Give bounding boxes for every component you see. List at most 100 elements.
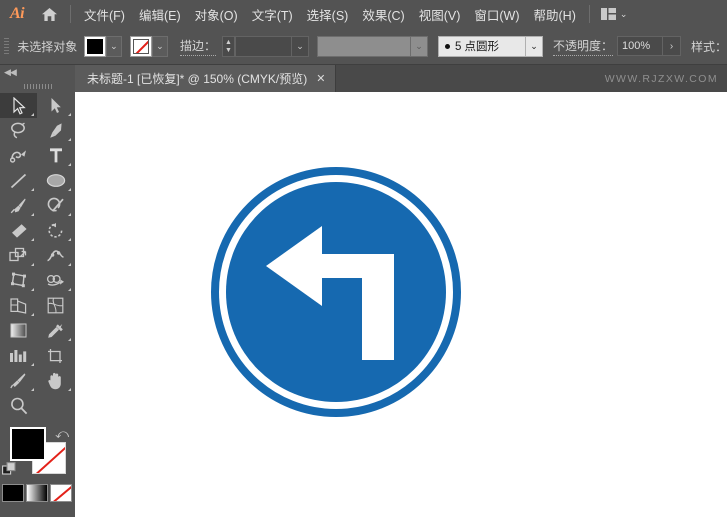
tool-grid: [0, 93, 75, 418]
chevron-down-icon: ⌄: [110, 40, 118, 51]
artboard-tool[interactable]: [37, 343, 74, 368]
fill-color-swatch[interactable]: [83, 35, 106, 57]
line-segment-tool[interactable]: [0, 168, 37, 193]
fill-color-dropdown[interactable]: ⌄: [105, 35, 122, 57]
brush-dot-icon: [444, 43, 450, 49]
stroke-weight-dropdown[interactable]: ⌄: [291, 35, 309, 57]
arrange-divider: [588, 5, 590, 23]
ellipse-icon: [46, 174, 65, 187]
brush-definition-input[interactable]: 5 点圆形: [437, 35, 526, 57]
stroke-color-swatch[interactable]: [129, 35, 152, 57]
menu-divider: [70, 5, 71, 23]
swap-fill-stroke-icon[interactable]: ⤺: [55, 426, 69, 442]
rotate-icon: [47, 223, 62, 238]
selection-status-label: 未选择对象: [17, 39, 78, 54]
curvature-icon: [9, 149, 26, 163]
menu-help[interactable]: 帮助(H): [527, 1, 583, 28]
opacity-input[interactable]: 100%: [616, 36, 663, 56]
pen-nib-icon: [49, 123, 62, 138]
control-bar: 未选择对象 ⌄ ⌄ 描边： ▲ ▼ ⌄ ⌄ 5 点圆形 ⌄ 不透明度： 100%…: [0, 28, 727, 65]
paintbrush-tool[interactable]: [0, 193, 37, 218]
perspective-grid-tool[interactable]: [0, 293, 37, 318]
brush-definition-dropdown[interactable]: ⌄: [525, 35, 543, 57]
paintbrush-icon: [10, 198, 26, 214]
canvas-area[interactable]: [75, 92, 727, 517]
eyedropper-tool[interactable]: [37, 318, 74, 343]
menu-select[interactable]: 选择(S): [300, 1, 356, 28]
free-transform-icon: [10, 272, 26, 288]
arrange-documents-button[interactable]: ⌄: [596, 5, 633, 23]
document-tab-title: 未标题-1 [已恢复]* @ 150% (CMYK/预览): [87, 72, 308, 86]
scale-tool[interactable]: [0, 243, 37, 268]
stroke-color-dropdown[interactable]: ⌄: [151, 35, 168, 57]
gradient-icon: [10, 323, 27, 338]
shaper-icon: [47, 197, 64, 212]
variable-width-profile-dropdown[interactable]: ⌄: [410, 35, 428, 57]
selection-tool[interactable]: [0, 93, 37, 118]
mesh-icon: [47, 297, 64, 314]
close-icon[interactable]: ✕: [316, 72, 325, 85]
none-swatch[interactable]: [50, 484, 72, 502]
color-swatch[interactable]: [2, 484, 24, 502]
document-tab[interactable]: 未标题-1 [已恢复]* @ 150% (CMYK/预览) ✕: [75, 65, 337, 92]
app-logo: Ai: [9, 5, 25, 22]
brush-definition-label: 5 点圆形: [454, 41, 500, 53]
tools-panel-collapse[interactable]: ◀◀: [0, 65, 75, 79]
direct-selection-arrow-icon: [51, 98, 61, 113]
shaper-tool[interactable]: [37, 193, 74, 218]
chevron-down-icon: ⌄: [415, 40, 423, 51]
hand-icon: [48, 372, 61, 389]
stroke-weight-stepper[interactable]: ▲ ▼: [221, 35, 235, 57]
home-icon[interactable]: [34, 7, 64, 22]
menu-view[interactable]: 视图(V): [412, 1, 468, 28]
menu-object[interactable]: 对象(O): [188, 1, 245, 28]
shape-builder-icon: [46, 274, 64, 286]
ellipse-tool[interactable]: [37, 168, 74, 193]
width-icon: [47, 249, 64, 261]
opacity-options-button[interactable]: ›: [662, 36, 681, 56]
arrange-layout-icon: [600, 8, 616, 20]
tools-panel-grip[interactable]: [0, 79, 75, 93]
eraser-icon: [11, 223, 27, 238]
menu-type[interactable]: 文字(T): [245, 1, 300, 28]
gradient-tool[interactable]: [0, 318, 37, 343]
variable-width-profile-input[interactable]: [316, 35, 411, 57]
shape-builder-tool[interactable]: [37, 268, 74, 293]
free-transform-tool[interactable]: [0, 268, 37, 293]
fill-stroke-widget: ⤺: [0, 424, 75, 482]
direct-selection-tool[interactable]: [37, 93, 74, 118]
slice-tool[interactable]: [0, 368, 37, 393]
control-bar-gripper[interactable]: [2, 36, 10, 56]
magnifier-icon: [10, 397, 27, 414]
menu-file[interactable]: 文件(F): [77, 1, 132, 28]
fill-swatch-large[interactable]: [10, 427, 46, 461]
mesh-tool[interactable]: [37, 293, 74, 318]
selection-arrow-icon: [12, 96, 26, 115]
rotate-tool[interactable]: [37, 218, 74, 243]
gradient-swatch[interactable]: [26, 484, 48, 502]
artboard-icon: [48, 348, 62, 363]
lasso-tool[interactable]: [0, 118, 37, 143]
stroke-weight-input[interactable]: [234, 35, 292, 57]
default-fill-stroke-icon[interactable]: [2, 462, 16, 481]
type-tool[interactable]: [37, 143, 74, 168]
collapse-icon: ◀◀: [4, 66, 17, 77]
pen-tool[interactable]: [37, 118, 74, 143]
menu-window[interactable]: 窗口(W): [467, 1, 526, 28]
stroke-weight-label: 描边：: [179, 37, 216, 56]
opacity-label: 不透明度：: [552, 37, 613, 56]
artwork-turn-left-sign[interactable]: [75, 92, 727, 517]
width-tool[interactable]: [37, 243, 74, 268]
illustrator-window: Ai 文件(F) 编辑(E) 对象(O) 文字(T) 选择(S) 效果(C) 视…: [0, 0, 727, 517]
style-label: 样式：: [690, 39, 727, 54]
blend-tool[interactable]: [0, 343, 37, 368]
eraser-tool[interactable]: [0, 218, 37, 243]
hand-tool[interactable]: [37, 368, 74, 393]
color-mode-swatches: [0, 482, 75, 502]
perspective-grid-icon: [10, 298, 27, 314]
type-T-icon: [49, 148, 62, 163]
menu-effect[interactable]: 效果(C): [355, 1, 411, 28]
menu-edit[interactable]: 编辑(E): [132, 1, 188, 28]
curvature-tool[interactable]: [0, 143, 37, 168]
zoom-tool[interactable]: [0, 393, 37, 418]
